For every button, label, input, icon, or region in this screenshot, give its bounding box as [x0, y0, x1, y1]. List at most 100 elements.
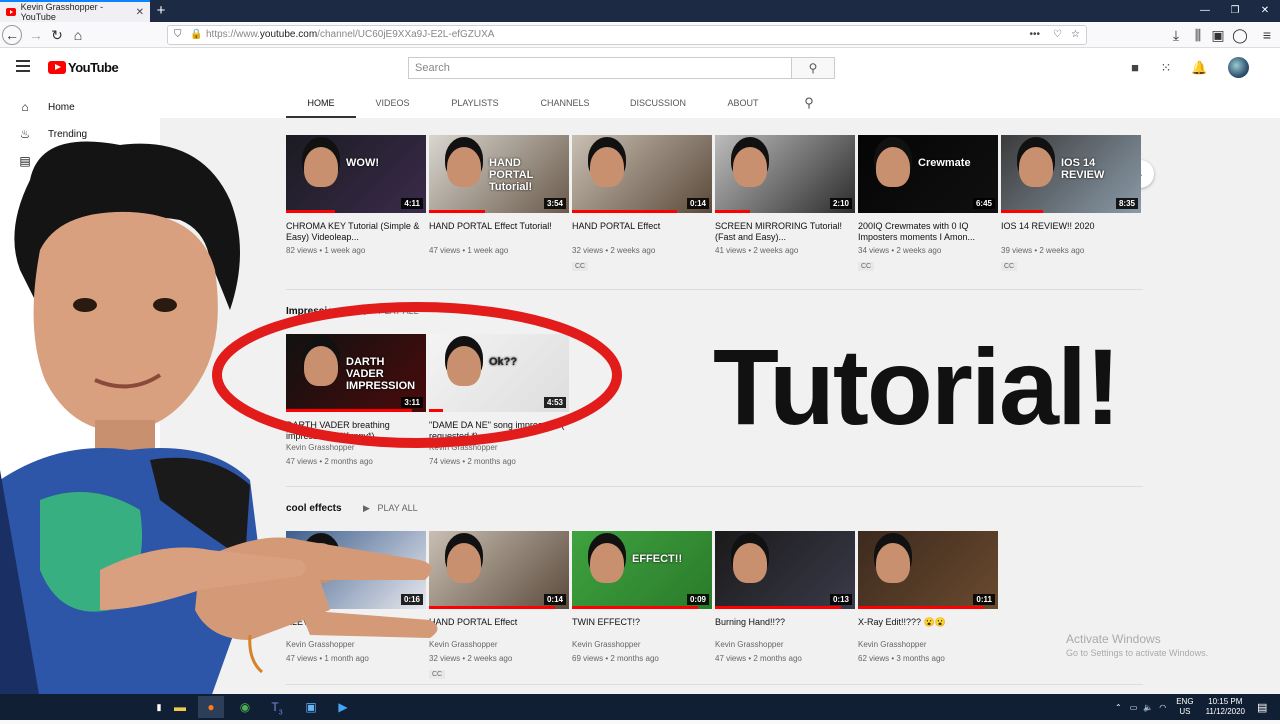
close-window-button[interactable]: ✕ [1250, 0, 1280, 22]
video-title[interactable]: SCREEN MIRRORING Tutorial! (Fast and Eas… [715, 221, 855, 243]
avatar[interactable] [1228, 57, 1249, 78]
video-thumbnail[interactable]: IOS 14 REVIEW 8:35 [1001, 135, 1141, 213]
minimize-button[interactable]: — [1190, 0, 1220, 22]
video-thumbnail[interactable]: 0:14 [572, 135, 712, 213]
watch-progress-bar [572, 210, 677, 213]
watch-progress-bar [572, 606, 698, 609]
video-title[interactable]: HAND PORTAL Effect [572, 221, 712, 243]
channel-search-icon[interactable]: ⚲ [796, 88, 822, 118]
channel-name[interactable]: Kevin Grasshopper [858, 639, 998, 651]
video-thumbnail[interactable]: EFFECT!! 0:09 [572, 531, 712, 609]
video-card[interactable]: Crewmate 6:45 200IQ Crewmates with 0 IQ Im… [858, 135, 998, 271]
firefox-icon[interactable]: ● [198, 696, 224, 718]
url-prefix: https://www. [206, 29, 260, 40]
sidebar-item-label: Trending [48, 128, 88, 140]
guide-menu-icon[interactable] [16, 60, 30, 72]
youtube-header: YouTube Search ⚲ ■ ⁙ 🔔 [0, 48, 1280, 88]
new-tab-button[interactable]: + [153, 2, 169, 20]
forward-arrow-icon[interactable]: → [25, 24, 47, 46]
browser-tab[interactable]: Kevin Grasshopper - YouTube ✕ [0, 0, 150, 22]
channel-name[interactable]: Kevin Grasshopper [572, 639, 712, 651]
wifi-icon[interactable]: ◠ [1159, 703, 1166, 712]
youtube-logo[interactable]: YouTube [48, 60, 119, 75]
volume-icon[interactable]: 🔈 [1143, 703, 1153, 712]
maximize-button[interactable]: ❐ [1220, 0, 1250, 22]
video-card[interactable]: 0:14 HAND PORTAL Effect 32 views • 2 weeks… [572, 135, 712, 271]
video-thumbnail[interactable]: Crewmate 6:45 [858, 135, 998, 213]
clock[interactable]: 10:15 PM 11/12/2020 [1206, 697, 1245, 717]
video-title[interactable]: 200IQ Crewmates with 0 IQ Imposters mome… [858, 221, 998, 243]
lock-icon: 🔒 [190, 29, 203, 40]
home-browser-icon[interactable]: ⌂ [67, 24, 89, 46]
tab-discussion[interactable]: DISCUSSION [622, 88, 694, 118]
watch-progress-bar [715, 210, 750, 213]
url-host: youtube.com [259, 29, 318, 40]
video-card[interactable]: EFFECT!! 0:09 TWIN EFFECT!? Kevin Grasshopp… [572, 531, 712, 665]
video-card[interactable]: 0:11 X-Ray Edit!!??? 😮😮 Kevin Grasshopper 6… [858, 531, 998, 665]
reload-icon[interactable]: ↻ [46, 24, 68, 46]
notifications-bell-icon[interactable]: 🔔 [1191, 60, 1207, 76]
sidebar-toggle-icon[interactable]: ▣ [1207, 24, 1229, 46]
create-video-icon[interactable]: ■ [1127, 60, 1143, 76]
video-card[interactable]: IOS 14 REVIEW 8:35 IOS 14 REVIEW!! 2020 39 … [1001, 135, 1141, 271]
tab-about[interactable]: ABOUT [716, 88, 770, 118]
search-input[interactable]: Search [408, 57, 792, 79]
video-duration: 0:13 [829, 594, 852, 605]
cc-badge: CC [572, 262, 589, 271]
page-actions-icon[interactable]: ••• [1029, 26, 1040, 44]
teams-icon[interactable]: T3 [264, 696, 290, 718]
channel-name[interactable]: Kevin Grasshopper [715, 639, 855, 651]
video-title[interactable]: TWIN EFFECT!? [572, 617, 712, 639]
cc-badge: CC [858, 262, 875, 271]
notifications-center-icon[interactable]: ▤ [1257, 701, 1267, 714]
close-tab-icon[interactable]: ✕ [136, 7, 144, 18]
video-duration: 0:14 [686, 198, 709, 209]
video-title[interactable]: Burning Hand!!?? [715, 617, 855, 639]
fire-icon: ♨ [19, 127, 31, 141]
hamburger-menu-icon[interactable]: ≡ [1256, 24, 1278, 46]
video-meta: 69 views • 2 months ago [572, 654, 659, 663]
language-indicator[interactable]: ENG US [1176, 697, 1193, 717]
video-thumbnail[interactable]: 0:13 [715, 531, 855, 609]
file-explorer-icon[interactable]: ▬ [167, 696, 193, 718]
shield-icon[interactable]: ⛉ [174, 26, 182, 44]
tab-videos[interactable]: VIDEOS [365, 88, 420, 118]
show-hidden-icons[interactable]: ⌃ [1115, 703, 1122, 712]
video-card[interactable]: 2:10 SCREEN MIRRORING Tutorial! (Fast and… [715, 135, 855, 257]
video-title[interactable]: IOS 14 REVIEW!! 2020 [1001, 221, 1141, 243]
video-title[interactable]: X-Ray Edit!!??? 😮😮 [858, 617, 998, 639]
youtube-logo-text: YouTube [68, 60, 119, 75]
apps-grid-icon[interactable]: ⁙ [1158, 60, 1174, 76]
photos-icon[interactable]: ▣ [298, 696, 324, 718]
bookmark-star-icon[interactable]: ☆ [1071, 26, 1080, 44]
clock-time: 10:15 PM [1208, 697, 1243, 706]
video-meta: 41 views • 2 weeks ago [715, 246, 799, 255]
activate-windows-watermark: Activate Windows Go to Settings to activ… [1066, 632, 1208, 660]
video-duration: 0:11 [973, 594, 995, 605]
sidebar-item-home[interactable]: ⌂ Home [0, 94, 160, 120]
url-path: /channel/UC60jE9XXa9J-E2L-efGZUXA [317, 29, 495, 40]
search-button[interactable]: ⚲ [791, 57, 835, 79]
downloads-icon[interactable]: ⤓ [1165, 24, 1187, 46]
video-editor-icon[interactable]: ▶ [330, 696, 356, 718]
teams-badge: 3 [278, 709, 283, 717]
video-card[interactable]: 0:13 Burning Hand!!?? Kevin Grasshopper 47 … [715, 531, 855, 665]
cc-badge: CC [1001, 262, 1018, 271]
address-bar[interactable]: ⛉ 🔒 https://www.youtube.com/channel/UC60… [167, 25, 1087, 45]
thumbnail-face [876, 543, 910, 583]
account-icon[interactable]: ◯ [1229, 24, 1251, 46]
tab-home[interactable]: HOME [286, 88, 356, 118]
network-icon[interactable]: ▭ [1130, 703, 1138, 712]
video-thumbnail[interactable]: 0:11 [858, 531, 998, 609]
tab-playlists[interactable]: PLAYLISTS [440, 88, 510, 118]
pocket-icon[interactable]: ♡ [1053, 26, 1062, 44]
thumbnail-face [1019, 147, 1053, 187]
back-arrow-icon[interactable]: ← [2, 25, 22, 45]
browser-toolbar: ← → ↻ ⌂ ⛉ 🔒 https://www.youtube.com/chan… [0, 22, 1280, 48]
library-icon[interactable]: ⫼ [1187, 24, 1209, 46]
tab-channels[interactable]: CHANNELS [530, 88, 600, 118]
chrome-icon[interactable]: ◉ [232, 696, 258, 718]
video-meta: 32 views • 2 weeks ago [572, 246, 656, 255]
video-meta: 62 views • 3 months ago [858, 654, 945, 663]
video-thumbnail[interactable]: 2:10 [715, 135, 855, 213]
